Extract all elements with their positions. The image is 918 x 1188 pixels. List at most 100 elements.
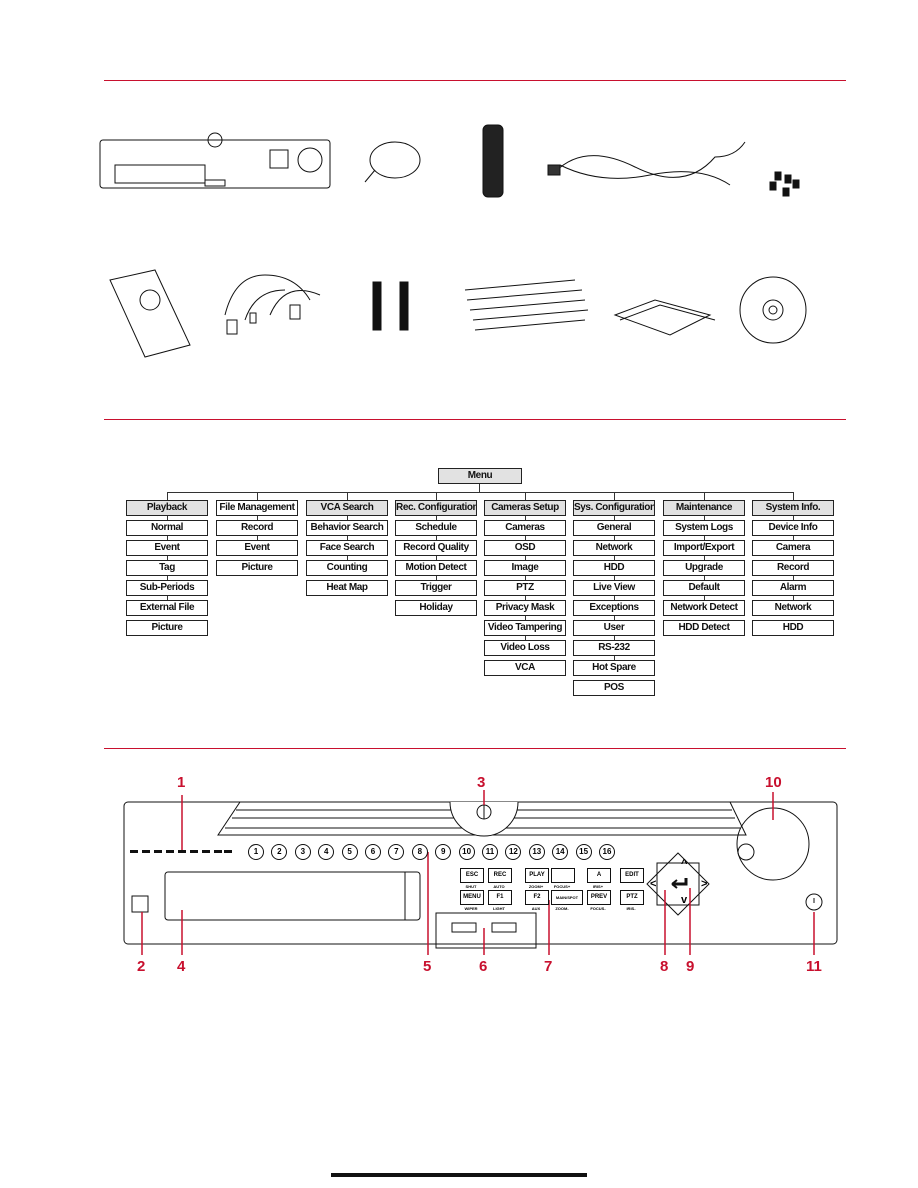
accessories-illustration (99, 124, 807, 358)
button-sublabel: IRIS- (626, 906, 636, 911)
panel-button: REC (488, 868, 512, 883)
section-divider (104, 419, 846, 420)
panel-button: PTZ (620, 890, 644, 905)
menu-item: HDD Detect (663, 620, 745, 636)
button-sublabel: FOCUS- (590, 906, 606, 911)
hard-disk-image (109, 269, 191, 358)
arrow-icon: > (701, 878, 708, 890)
section-divider (104, 80, 846, 81)
menu-item: Upgrade (663, 560, 745, 576)
connector (167, 492, 793, 493)
menu-item: Event (216, 540, 298, 556)
menu-item: Heat Map (306, 580, 388, 596)
panel-button: PLAY (525, 868, 549, 883)
menu-item: Privacy Mask (484, 600, 566, 616)
button-sublabel: FOCUS+ (553, 884, 571, 889)
menu-column-header: Playback (126, 500, 208, 516)
menu-item: Device Info (752, 520, 834, 536)
menu-item: Live View (573, 580, 655, 596)
menu-item: Video Tampering (484, 620, 566, 636)
panel-button (551, 868, 575, 883)
channel-button: 3 (294, 844, 311, 860)
menu-item: Cameras (484, 520, 566, 536)
menu-item: Camera (752, 540, 834, 556)
channel-button: 15 (575, 844, 592, 860)
menu-column-header: System Info. (752, 500, 834, 516)
callout-number: 5 (423, 958, 432, 975)
menu-item: Default (663, 580, 745, 596)
dvr-unit-image (99, 132, 331, 189)
manual-image (613, 299, 716, 336)
menu-item: Behavior Search (306, 520, 388, 536)
menu-column-header: Cameras Setup (484, 500, 566, 516)
arrow-icon: v (681, 894, 688, 906)
button-sublabel: ZOOM+ (528, 884, 544, 889)
channel-button: 1 (248, 844, 264, 860)
callout-number: 3 (477, 774, 486, 791)
channel-button: 11 (482, 844, 498, 860)
arrow-icon: < (650, 878, 657, 890)
menu-item: VCA (484, 660, 566, 676)
button-sublabel: AUTO (493, 884, 505, 889)
menu-item: OSD (484, 540, 566, 556)
menu-item: Network (752, 600, 834, 616)
cd-image (739, 276, 807, 344)
callout-number: 4 (177, 958, 186, 975)
page-bar (331, 1173, 587, 1177)
channel-button: 8 (411, 844, 428, 860)
menu-item: Tag (126, 560, 208, 576)
button-sublabel: SHUT (465, 884, 477, 889)
menu-root: Menu (438, 468, 522, 484)
menu-item: Motion Detect (395, 560, 477, 576)
manual-page: Menu Playback Normal Event Tag Sub-Periods Ex… (0, 0, 918, 1188)
callout-number: 2 (137, 958, 146, 975)
button-sublabel: WIPER (464, 906, 478, 911)
mouse-image (364, 141, 421, 183)
callout-number: 8 (660, 958, 669, 975)
panel-button: MAIN/SPOT (551, 890, 583, 905)
menu-item: External File (126, 600, 208, 616)
menu-item: Counting (306, 560, 388, 576)
callout-number: 1 (177, 774, 186, 791)
menu-column-header: File Management (216, 500, 298, 516)
menu-item: General (573, 520, 655, 536)
menu-item: Video Loss (484, 640, 566, 656)
menu-item: HDD (752, 620, 834, 636)
panel-button: EDIT (620, 868, 644, 883)
button-sublabel: ZOOM- (555, 906, 569, 911)
button-sublabel: AUX (531, 906, 541, 911)
arrow-icon: ^ (681, 858, 688, 870)
panel-button: A (587, 868, 611, 883)
cable-image (224, 274, 321, 335)
menu-item: HDD (573, 560, 655, 576)
screws-image (769, 171, 800, 197)
panel-button: F1 (488, 890, 512, 905)
menu-item: Picture (126, 620, 208, 636)
menu-item: Picture (216, 560, 298, 576)
channel-button: 5 (341, 844, 358, 860)
menu-item: Alarm (752, 580, 834, 596)
button-sublabel: LIGHT (493, 906, 505, 911)
menu-item: Record (216, 520, 298, 536)
panel-button: PREV (587, 890, 611, 905)
menu-item: Record (752, 560, 834, 576)
panel-button: F2 (525, 890, 549, 905)
menu-item: Image (484, 560, 566, 576)
menu-column-header: Maintenance (663, 500, 745, 516)
channel-button: 13 (528, 844, 545, 860)
brackets-image (372, 281, 409, 331)
panel-button: MENU (460, 890, 484, 905)
menu-item: Schedule (395, 520, 477, 536)
menu-item: System Logs (663, 520, 745, 536)
menu-item: PTZ (484, 580, 566, 596)
callout-number: 10 (765, 774, 782, 791)
menu-item: Import/Export (663, 540, 745, 556)
cable-ties-image (464, 279, 589, 331)
channel-button: 6 (365, 844, 381, 860)
callout-number: 7 (544, 958, 553, 975)
menu-item: POS (573, 680, 655, 696)
menu-item: Trigger (395, 580, 477, 596)
menu-item: Hot Spare (573, 660, 655, 676)
menu-item: Exceptions (573, 600, 655, 616)
front-panel-diagram (123, 790, 838, 955)
